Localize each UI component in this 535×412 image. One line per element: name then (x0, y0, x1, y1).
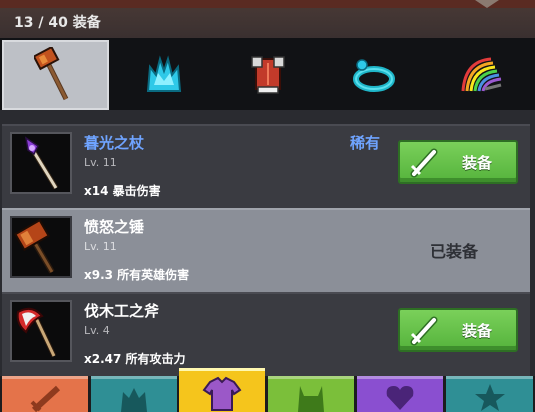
sword-icon (30, 385, 61, 412)
tab-helmet[interactable] (91, 376, 177, 412)
item-name: 伐木工之斧 (84, 302, 160, 320)
equip-button[interactable]: 装备 (398, 140, 518, 184)
tab-accessories[interactable] (320, 40, 427, 110)
equip-button[interactable]: 装备 (398, 308, 518, 352)
equip-button-label: 装备 (462, 153, 493, 172)
header-bar: 13 / 40 装备 (0, 0, 535, 38)
rainbow-sword-icon (461, 57, 501, 92)
tab-clothing[interactable] (179, 368, 265, 412)
tab-armor[interactable] (214, 40, 321, 110)
item-thumbnail (10, 300, 72, 362)
hammer-icon (14, 218, 55, 274)
ring-icon (352, 59, 395, 92)
tab-special[interactable] (426, 40, 533, 110)
list-item[interactable]: 暮光之杖 Lv. 11 x14 暴击伤害 稀有 装备 (2, 124, 530, 208)
shirt-icon (202, 376, 242, 411)
equipment-count: 13 / 40 装备 (14, 15, 101, 31)
equip-button-label: 装备 (462, 321, 493, 340)
tab-weapons-bottom[interactable] (2, 376, 88, 412)
staff-icon (24, 136, 59, 190)
list-item[interactable]: 愤怒之锤 Lv. 11 x9.3 所有英雄伤害 已装备 (2, 208, 530, 292)
equipment-list: 暮光之杖 Lv. 11 x14 暴击伤害 稀有 装备 愤怒之锤 Lv. 11 x… (0, 112, 535, 376)
item-stat: x2.47 所有攻击力 (84, 352, 186, 366)
item-stat: x14 暴击伤害 (84, 184, 161, 198)
armor-icon (250, 56, 285, 94)
item-level: Lv. 11 (84, 240, 117, 253)
hammer-icon (33, 47, 68, 101)
crown-icon (146, 55, 181, 92)
helmet-icon (121, 388, 147, 412)
item-thumbnail (10, 132, 72, 194)
item-name: 愤怒之锤 (84, 218, 145, 236)
horned-helm-icon (298, 386, 324, 412)
tab-horned-helm[interactable] (268, 376, 354, 412)
heart-icon (386, 386, 414, 410)
tab-star[interactable] (446, 376, 533, 412)
header-banner-strip (0, 0, 535, 8)
axe-icon (16, 307, 57, 358)
sword-icon (410, 148, 438, 178)
sword-icon (410, 316, 438, 346)
equipped-status: 已装备 (430, 242, 479, 261)
item-stat: x9.3 所有英雄伤害 (84, 268, 190, 282)
tab-headgear[interactable] (110, 40, 217, 110)
star-icon (474, 384, 505, 411)
tab-weapons[interactable] (2, 40, 109, 110)
list-item[interactable]: 伐木工之斧 Lv. 4 x2.47 所有攻击力 装备 (2, 292, 530, 376)
item-rarity: 稀有 (350, 134, 381, 152)
item-thumbnail (10, 216, 72, 278)
tab-heart[interactable] (357, 376, 443, 412)
item-level: Lv. 11 (84, 156, 117, 169)
item-level: Lv. 4 (84, 324, 110, 337)
item-name: 暮光之杖 (84, 134, 145, 152)
category-tabs (0, 38, 535, 112)
bottom-tab-bar (0, 368, 535, 412)
